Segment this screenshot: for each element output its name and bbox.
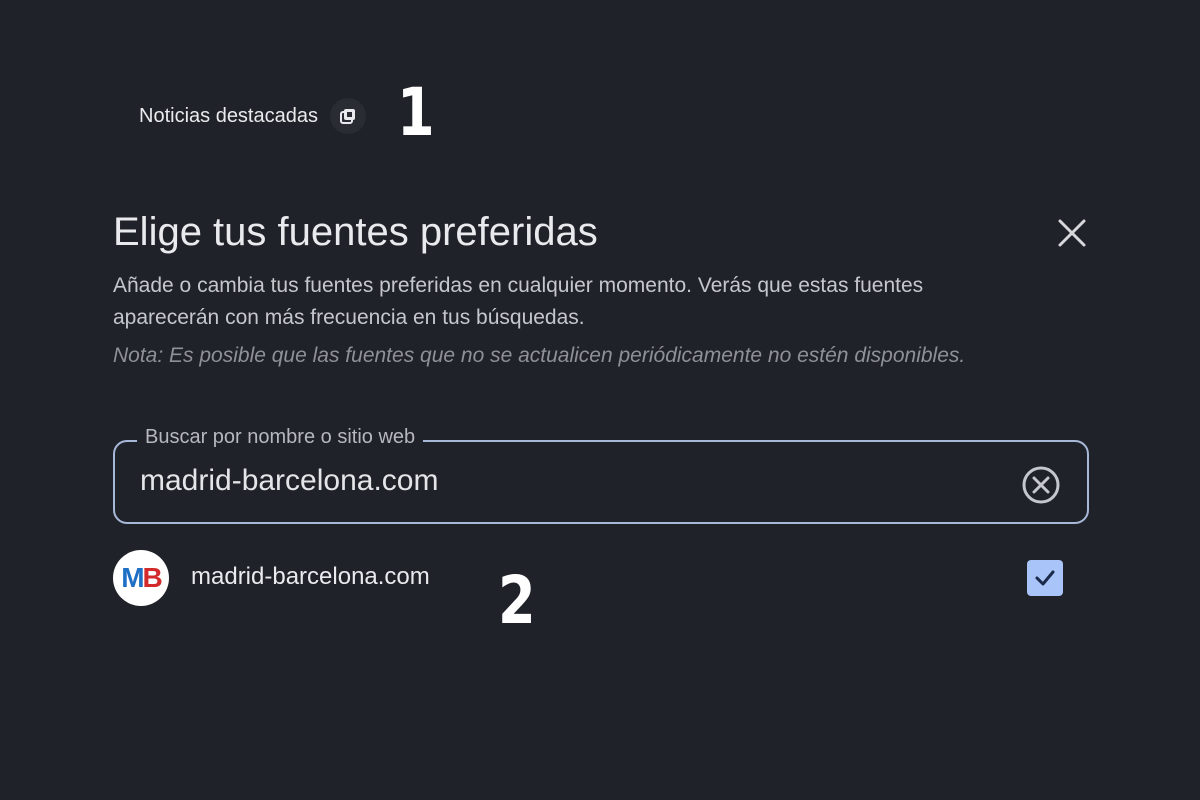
search-value[interactable]: madrid-barcelona.com — [140, 464, 438, 498]
top-stories-header: Noticias destacadas — [139, 98, 366, 134]
clear-circle-icon — [1022, 466, 1060, 504]
close-button[interactable] — [1052, 213, 1092, 253]
dialog-note: Nota: Es posible que las fuentes que no … — [113, 344, 966, 367]
top-stories-label: Noticias destacadas — [139, 104, 318, 127]
open-source-icon — [339, 109, 355, 124]
source-checkbox[interactable] — [1027, 560, 1063, 596]
site-logo: MB — [113, 550, 169, 606]
dialog-title: Elige tus fuentes preferidas — [113, 210, 598, 254]
site-logo-letter-b: B — [142, 562, 163, 593]
step-number-2: 2 — [498, 562, 536, 639]
page: Noticias destacadas 1 Elige tus fuentes … — [0, 0, 1200, 800]
close-icon — [1058, 219, 1086, 247]
search-input[interactable]: Buscar por nombre o sitio web madrid-bar… — [113, 426, 1089, 524]
source-result-row[interactable]: MB madrid-barcelona.com — [113, 550, 1089, 606]
step-number-1: 1 — [397, 74, 435, 151]
site-logo-letter-m: M — [121, 562, 144, 593]
search-label: Buscar por nombre o sitio web — [137, 426, 424, 449]
choose-sources-button[interactable] — [329, 98, 366, 134]
dialog-description: Añade o cambia tus fuentes preferidas en… — [113, 274, 924, 329]
site-name: madrid-barcelona.com — [191, 563, 430, 590]
checkmark-icon — [1035, 570, 1055, 586]
clear-search-button[interactable] — [1021, 465, 1061, 505]
